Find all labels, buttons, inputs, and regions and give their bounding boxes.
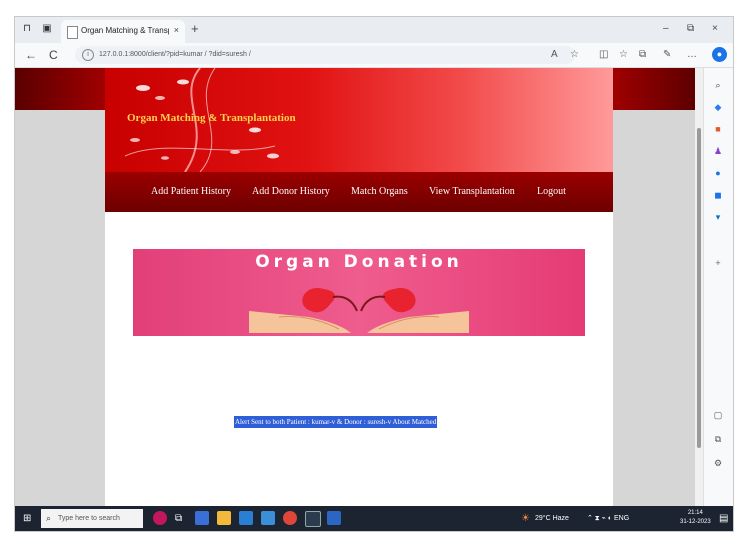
chrome-app-icon[interactable] xyxy=(283,511,297,525)
address-bar[interactable]: i 127.0.0.1:8000/client/?pid=kumar / ?di… xyxy=(75,46,575,64)
more-options-icon[interactable]: … xyxy=(687,49,697,61)
microsoft-365-icon[interactable]: ● xyxy=(713,168,723,178)
extensions-icon[interactable]: ✎ xyxy=(663,49,671,61)
site-title: Organ Matching & Transplantation xyxy=(127,112,296,124)
site-header: Organ Matching & Transplantation xyxy=(105,68,613,172)
split-screen-icon[interactable]: ◫ xyxy=(599,49,608,61)
site-container: Organ Matching & Transplantation Add Pat… xyxy=(105,68,613,506)
sidebar-layout-icon[interactable]: ▢ xyxy=(713,410,723,420)
add-sidebar-app-icon[interactable]: + xyxy=(713,258,723,268)
nav-view-transplantation[interactable]: View Transplantation xyxy=(429,186,515,198)
page-scrollbar[interactable] xyxy=(695,68,703,506)
outlook-icon[interactable]: ◼ xyxy=(713,190,723,200)
nav-match-organs[interactable]: Match Organs xyxy=(351,186,408,198)
copilot-icon[interactable]: ● xyxy=(712,47,727,62)
maximize-button[interactable]: ⧉ xyxy=(687,23,694,35)
nav-logout[interactable]: Logout xyxy=(537,186,566,198)
weather-text[interactable]: 29°C Haze xyxy=(535,513,569,524)
system-tray-icons[interactable]: ⌃ ⧗ ⌁ ◐ ENG xyxy=(587,513,629,524)
favorite-star-icon[interactable]: ☆ xyxy=(570,49,579,61)
match-alert-message[interactable]: Alert Sent to both Patient : kumar-v & D… xyxy=(234,416,438,428)
browser-sidebar: ⌕ ◆ ■ ♟ ● ◼ ▾ + ▢ ⧉ ⚙ xyxy=(703,68,733,506)
drop-icon[interactable]: ▾ xyxy=(713,212,723,222)
tab-close-button[interactable]: × xyxy=(174,24,179,36)
kidneys-in-hands-icon xyxy=(249,287,469,333)
clock-time: 21:14 xyxy=(687,510,703,516)
windows-start-icon[interactable]: ⊞ xyxy=(23,512,31,525)
sidebar-settings-icon[interactable]: ⚙ xyxy=(713,458,723,468)
new-tab-button[interactable]: + xyxy=(191,22,199,35)
search-icon: ⌕ xyxy=(46,513,52,523)
search-icon[interactable]: ⌕ xyxy=(713,80,723,90)
external-link-icon[interactable]: ⧉ xyxy=(713,434,723,444)
screenshot-frame: ⊓ ▣ Organ Matching & Transplantation × +… xyxy=(14,16,734,532)
clock-date: 31-12-2023 xyxy=(680,519,711,525)
tab-title: Organ Matching & Transplantation xyxy=(81,26,169,35)
shopping-tag-icon[interactable]: ◆ xyxy=(713,102,723,112)
banner-title: Organ Donation xyxy=(255,252,463,272)
organ-donation-banner: Organ Donation xyxy=(133,249,585,336)
collections-icon[interactable]: ⧉ xyxy=(639,49,646,61)
windows-taskbar: ⊞ ⌕ Type here to search ⧉ ☀ 29°C Haze ⌃ … xyxy=(15,506,733,531)
browser-title-bar: ⊓ ▣ Organ Matching & Transplantation × +… xyxy=(15,17,733,43)
scroll-thumb[interactable] xyxy=(697,128,701,448)
read-aloud-icon[interactable]: A xyxy=(551,49,558,61)
games-icon[interactable]: ♟ xyxy=(713,146,723,156)
url-text: 127.0.0.1:8000/client/?pid=kumar / ?did=… xyxy=(99,51,251,58)
site-info-icon[interactable]: i xyxy=(82,49,94,61)
taskbar-clock[interactable]: 21:14 31-12-2023 xyxy=(680,509,711,527)
notifications-icon[interactable]: ▤ xyxy=(719,512,728,525)
mail-app-icon[interactable] xyxy=(261,511,275,525)
task-view-icon[interactable]: ⧉ xyxy=(175,512,182,525)
tools-icon[interactable]: ■ xyxy=(713,124,723,134)
browser-tab[interactable]: Organ Matching & Transplantation × xyxy=(61,20,185,43)
nav-add-patient-history[interactable]: Add Patient History xyxy=(151,186,231,198)
store-app-icon[interactable] xyxy=(239,511,253,525)
taskbar-search-box[interactable]: ⌕ Type here to search xyxy=(41,509,143,528)
vscode-app-icon[interactable] xyxy=(327,511,341,525)
weather-icon: ☀ xyxy=(521,513,530,524)
nav-add-donor-history[interactable]: Add Donor History xyxy=(252,186,330,198)
page-viewport: Organ Matching & Transplantation Add Pat… xyxy=(15,68,695,506)
main-nav: Add Patient History Add Donor History Ma… xyxy=(105,172,613,212)
terminal-app-icon[interactable] xyxy=(305,511,321,527)
refresh-button[interactable]: C xyxy=(49,48,58,62)
page-favicon-icon xyxy=(67,26,78,39)
taskbar-search-placeholder: Type here to search xyxy=(58,515,120,522)
file-explorer-icon[interactable] xyxy=(217,511,231,525)
browser-toolbar: ← C i 127.0.0.1:8000/client/?pid=kumar /… xyxy=(15,43,733,68)
favorites-icon[interactable]: ☆ xyxy=(619,49,628,61)
workspaces-icon[interactable]: ⊓ xyxy=(21,23,33,35)
close-window-button[interactable]: × xyxy=(712,23,718,35)
minimize-button[interactable]: – xyxy=(663,23,669,35)
search-highlight-icon[interactable] xyxy=(153,511,167,525)
tab-actions-icon[interactable]: ▣ xyxy=(41,23,53,35)
back-button[interactable]: ← xyxy=(25,48,37,62)
edge-app-icon[interactable] xyxy=(195,511,209,525)
